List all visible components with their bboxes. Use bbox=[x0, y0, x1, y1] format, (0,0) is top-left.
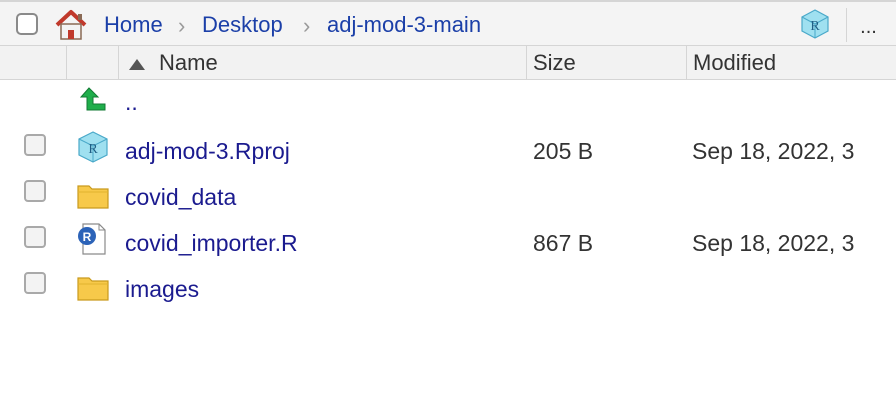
row-checkbox[interactable] bbox=[24, 180, 46, 202]
breadcrumb-separator-icon: › bbox=[178, 13, 186, 38]
folder-icon bbox=[77, 185, 109, 209]
breadcrumb-separator-icon: › bbox=[303, 13, 311, 38]
column-header-name[interactable]: Name bbox=[118, 46, 526, 80]
svg-text:R: R bbox=[88, 142, 98, 157]
folder-name-link[interactable]: covid_data bbox=[125, 183, 236, 211]
parent-directory-row[interactable]: .. bbox=[0, 80, 896, 126]
more-options-button[interactable]: ... bbox=[846, 8, 890, 42]
column-header-size[interactable]: Size bbox=[526, 46, 686, 80]
column-header-name-label: Name bbox=[159, 50, 218, 75]
sort-ascending-icon bbox=[129, 59, 145, 70]
file-modified: Sep 18, 2022, 3 bbox=[692, 138, 855, 164]
rproj-icon[interactable]: R bbox=[799, 8, 831, 40]
file-modified: Sep 18, 2022, 3 bbox=[692, 230, 855, 256]
folder-name-link[interactable]: images bbox=[125, 275, 199, 303]
rproj-file-icon: R bbox=[78, 131, 108, 163]
header-icon-cell bbox=[66, 46, 118, 80]
breadcrumb-current-folder[interactable]: adj-mod-3-main bbox=[327, 12, 481, 38]
row-checkbox[interactable] bbox=[24, 226, 46, 248]
file-name-link[interactable]: covid_importer.R bbox=[125, 229, 298, 257]
breadcrumb-home[interactable]: Home bbox=[104, 12, 163, 38]
files-pane: Home › Desktop › adj-mod-3-main R ... Na… bbox=[0, 0, 896, 406]
file-row[interactable]: R adj-mod-3.Rproj 205 B Sep 18, 2022, 3 bbox=[0, 126, 896, 172]
header-checkbox-cell bbox=[0, 46, 66, 80]
folder-icon bbox=[77, 277, 109, 301]
go-up-arrow-icon bbox=[79, 87, 106, 111]
file-row[interactable]: covid_data bbox=[0, 172, 896, 218]
column-header-modified[interactable]: Modified bbox=[686, 46, 896, 80]
select-all-checkbox[interactable] bbox=[16, 13, 38, 35]
r-script-icon: R bbox=[78, 223, 106, 255]
file-row[interactable]: R covid_importer.R 867 B Sep 18, 2022, 3 bbox=[0, 218, 896, 264]
file-row[interactable]: images bbox=[0, 264, 896, 310]
svg-text:R: R bbox=[83, 230, 92, 244]
breadcrumb-desktop[interactable]: Desktop bbox=[202, 12, 283, 38]
column-header-size-label: Size bbox=[533, 50, 576, 75]
home-icon[interactable] bbox=[53, 8, 89, 42]
column-header-row: Name Size Modified bbox=[0, 46, 896, 80]
breadcrumb: Home › Desktop › adj-mod-3-main R ... bbox=[0, 0, 896, 46]
column-header-modified-label: Modified bbox=[693, 50, 777, 75]
row-checkbox[interactable] bbox=[24, 134, 46, 156]
svg-text:R: R bbox=[810, 19, 820, 34]
row-checkbox[interactable] bbox=[24, 272, 46, 294]
parent-directory-link[interactable]: .. bbox=[125, 88, 138, 116]
file-size: 867 B bbox=[533, 230, 594, 256]
file-name-link[interactable]: adj-mod-3.Rproj bbox=[125, 137, 290, 165]
file-size: 205 B bbox=[533, 138, 594, 164]
